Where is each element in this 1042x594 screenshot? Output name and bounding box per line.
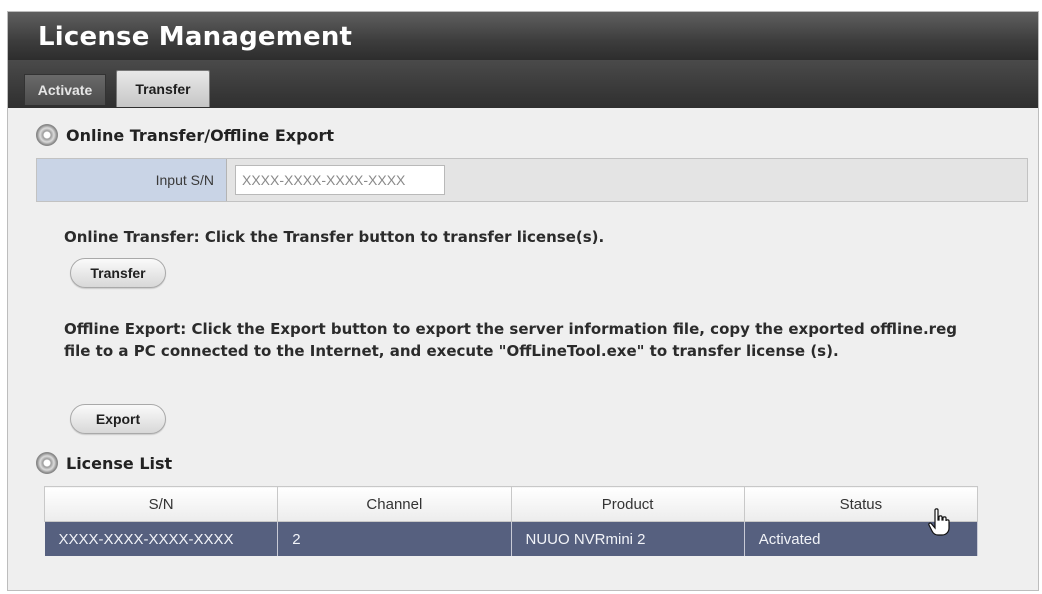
transfer-section-heading: Online Transfer/Offline Export bbox=[36, 124, 334, 146]
column-header-sn[interactable]: S/N bbox=[43, 486, 279, 522]
online-transfer-text: Online Transfer: Click the Transfer butt… bbox=[64, 228, 605, 246]
sn-input[interactable] bbox=[235, 165, 445, 195]
sn-label: Input S/N bbox=[37, 159, 227, 201]
tab-transfer[interactable]: Transfer bbox=[116, 70, 210, 107]
offline-export-text: Offline Export: Click the Export button … bbox=[64, 320, 957, 360]
transfer-button[interactable]: Transfer bbox=[70, 258, 166, 288]
transfer-panel: Online Transfer/Offline Export Input S/N… bbox=[8, 108, 1038, 590]
title-bar: License Management bbox=[8, 12, 1038, 60]
tab-activate[interactable]: Activate bbox=[24, 74, 106, 105]
export-button[interactable]: Export bbox=[70, 404, 166, 434]
page-title: License Management bbox=[38, 22, 353, 52]
column-header-product[interactable]: Product bbox=[510, 486, 745, 522]
cell-channel: 2 bbox=[277, 521, 512, 556]
column-header-channel[interactable]: Channel bbox=[277, 486, 512, 522]
disc-icon bbox=[36, 124, 58, 146]
cell-product: NUUO NVRmini 2 bbox=[511, 521, 745, 556]
license-list-heading: License List bbox=[36, 452, 172, 474]
cell-sn: XXXX-XXXX-XXXX-XXXX bbox=[44, 521, 279, 556]
license-list-title: License List bbox=[66, 453, 173, 473]
license-table: S/N Channel Product Status XXXX-XXXX-XXX… bbox=[43, 486, 979, 556]
hand-pointer-icon bbox=[928, 508, 950, 536]
table-row[interactable]: XXXX-XXXX-XXXX-XXXX 2 NUUO NVRmini 2 Act… bbox=[44, 521, 979, 556]
transfer-section-title: Online Transfer/Offline Export bbox=[66, 125, 335, 145]
disc-icon bbox=[36, 452, 58, 474]
table-header-row: S/N Channel Product Status bbox=[43, 486, 979, 522]
sn-input-row: Input S/N bbox=[36, 158, 1028, 202]
license-management-window: License Management Activate Transfer Onl… bbox=[8, 12, 1038, 590]
tab-bar: Activate Transfer bbox=[8, 60, 1038, 109]
